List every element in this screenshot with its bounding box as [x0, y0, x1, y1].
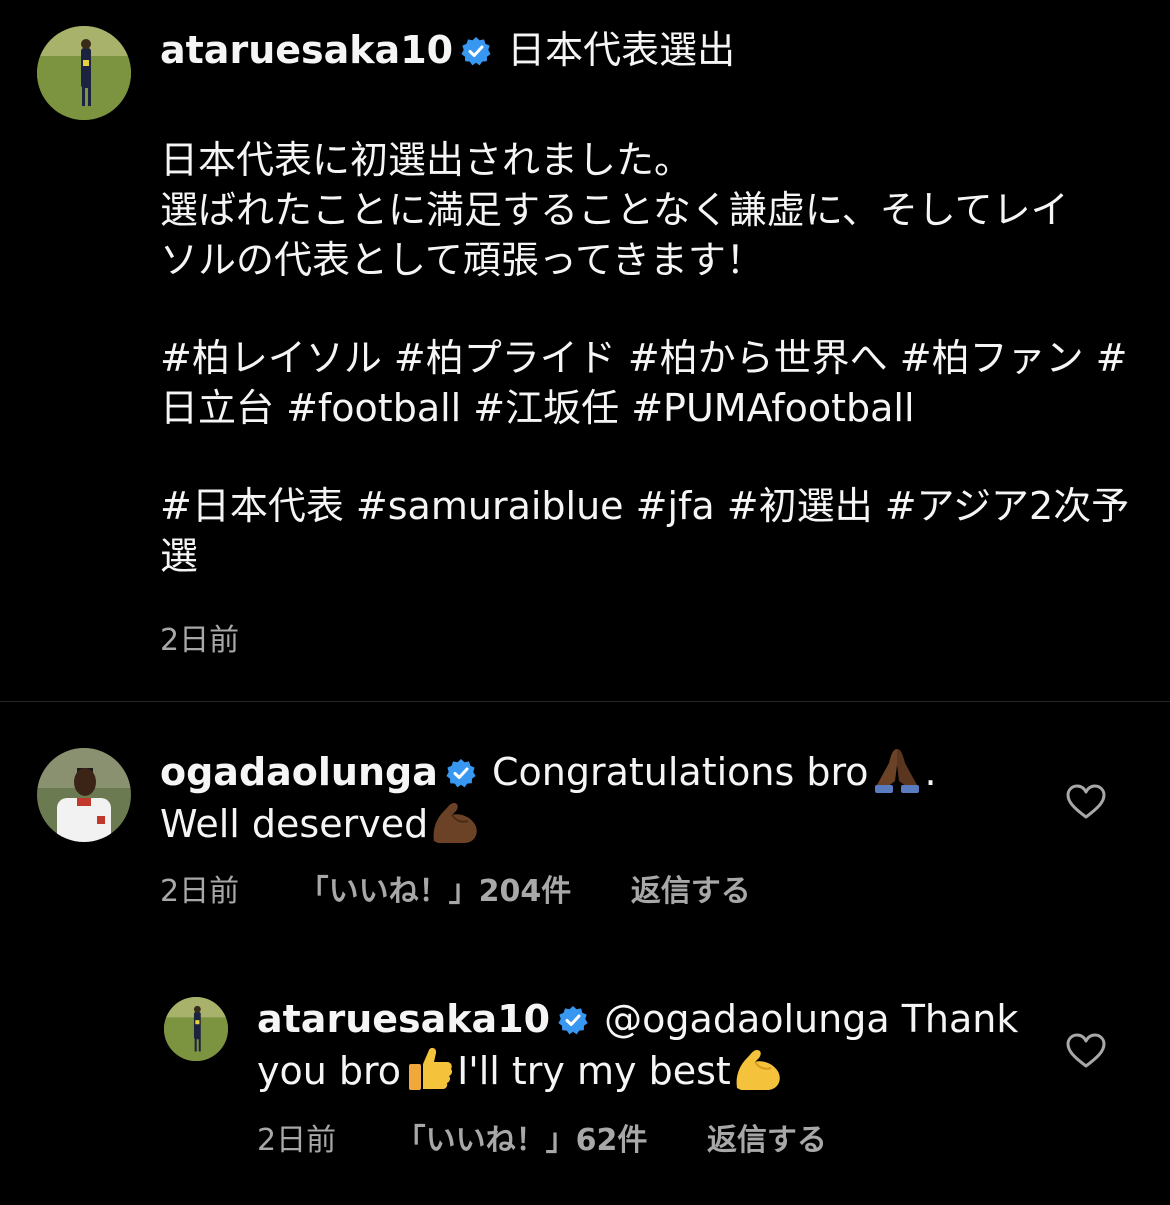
reply-button[interactable]: 返信する — [707, 1123, 827, 1158]
comment-meta: 2日前 「いいね！」204件 返信する — [160, 866, 801, 910]
verified-badge-icon — [461, 36, 491, 66]
verified-badge-icon — [446, 758, 476, 788]
verified-badge-icon — [558, 1005, 588, 1035]
comment-time: 2日前 — [257, 1123, 337, 1158]
caption-title: 日本代表選出 — [507, 28, 736, 72]
folded-hands-emoji — [869, 745, 925, 795]
reply-button[interactable]: 返信する — [631, 874, 751, 909]
comment-time: 2日前 — [160, 874, 240, 909]
caption-hashtags: #柏レイソル #柏プライド #柏から世界へ #柏ファン # 日立台 #footb… — [160, 333, 1150, 433]
comment-username[interactable]: ataruesaka10 — [257, 997, 550, 1041]
caption-username[interactable]: ataruesaka10 — [160, 28, 453, 72]
heart-outline-icon[interactable] — [1066, 1033, 1106, 1069]
divider — [0, 701, 1170, 702]
thumbs-up-emoji — [401, 1044, 457, 1094]
caption-line: 選ばれたことに満足することなく謙虚に、そしてレイ — [160, 188, 1069, 232]
comment-likes[interactable]: 「いいね！」62件 — [396, 1123, 648, 1158]
comment-body: I'll try my best — [457, 1049, 731, 1093]
caption-time: 2日前 — [160, 623, 240, 658]
heart-outline-icon[interactable] — [1066, 784, 1106, 820]
comment-avatar[interactable] — [164, 997, 228, 1061]
comment-body: Well deserved — [160, 802, 429, 846]
caption-line: ソルの代表として頑張ってきます！ — [160, 238, 764, 282]
comment-text: ogadaolunga Congratulations bro. Well de… — [160, 745, 1040, 849]
comments-screen: ataruesaka10 日本代表選出 日本代表に初選出されました。 選ばれたこ… — [0, 0, 1170, 1205]
comment-body: you bro — [257, 1049, 402, 1093]
caption-meta: 2日前 — [160, 615, 289, 659]
caption-line[interactable]: #日本代表 #samuraiblue #jfa #初選出 #アジア2次予 — [160, 484, 1129, 528]
caption-body: 日本代表に初選出されました。 選ばれたことに満足することなく謙虚に、そしてレイ … — [160, 135, 1150, 581]
caption-paragraph: 日本代表に初選出されました。 選ばれたことに満足することなく謙虚に、そしてレイ … — [160, 135, 1150, 285]
comment-username[interactable]: ogadaolunga — [160, 750, 438, 794]
caption-line[interactable]: #柏レイソル #柏プライド #柏から世界へ #柏ファン # — [160, 336, 1128, 380]
caption-header: ataruesaka10 日本代表選出 — [160, 25, 1150, 75]
flexed-biceps-emoji — [731, 1044, 787, 1094]
caption-line: 日本代表に初選出されました。 — [160, 138, 693, 182]
flexed-biceps-emoji — [428, 797, 484, 847]
comment-body: Congratulations bro — [491, 750, 869, 794]
comment-body: @ogadaolunga Thank — [604, 997, 1019, 1041]
caption-line[interactable]: 選 — [160, 534, 198, 578]
comment-body: . — [924, 750, 937, 794]
comment-avatar[interactable] — [37, 748, 131, 842]
comment-meta: 2日前 「いいね！」62件 返信する — [257, 1115, 877, 1159]
comment-text: ataruesaka10 @ogadaolunga Thank you bro I… — [257, 994, 1037, 1096]
caption-line[interactable]: 日立台 #football #江坂任 #PUMAfootball — [160, 386, 915, 430]
caption-avatar[interactable] — [37, 26, 131, 120]
comment-likes[interactable]: 「いいね！」204件 — [299, 874, 572, 909]
caption-hashtags: #日本代表 #samuraiblue #jfa #初選出 #アジア2次予 選 — [160, 481, 1150, 581]
